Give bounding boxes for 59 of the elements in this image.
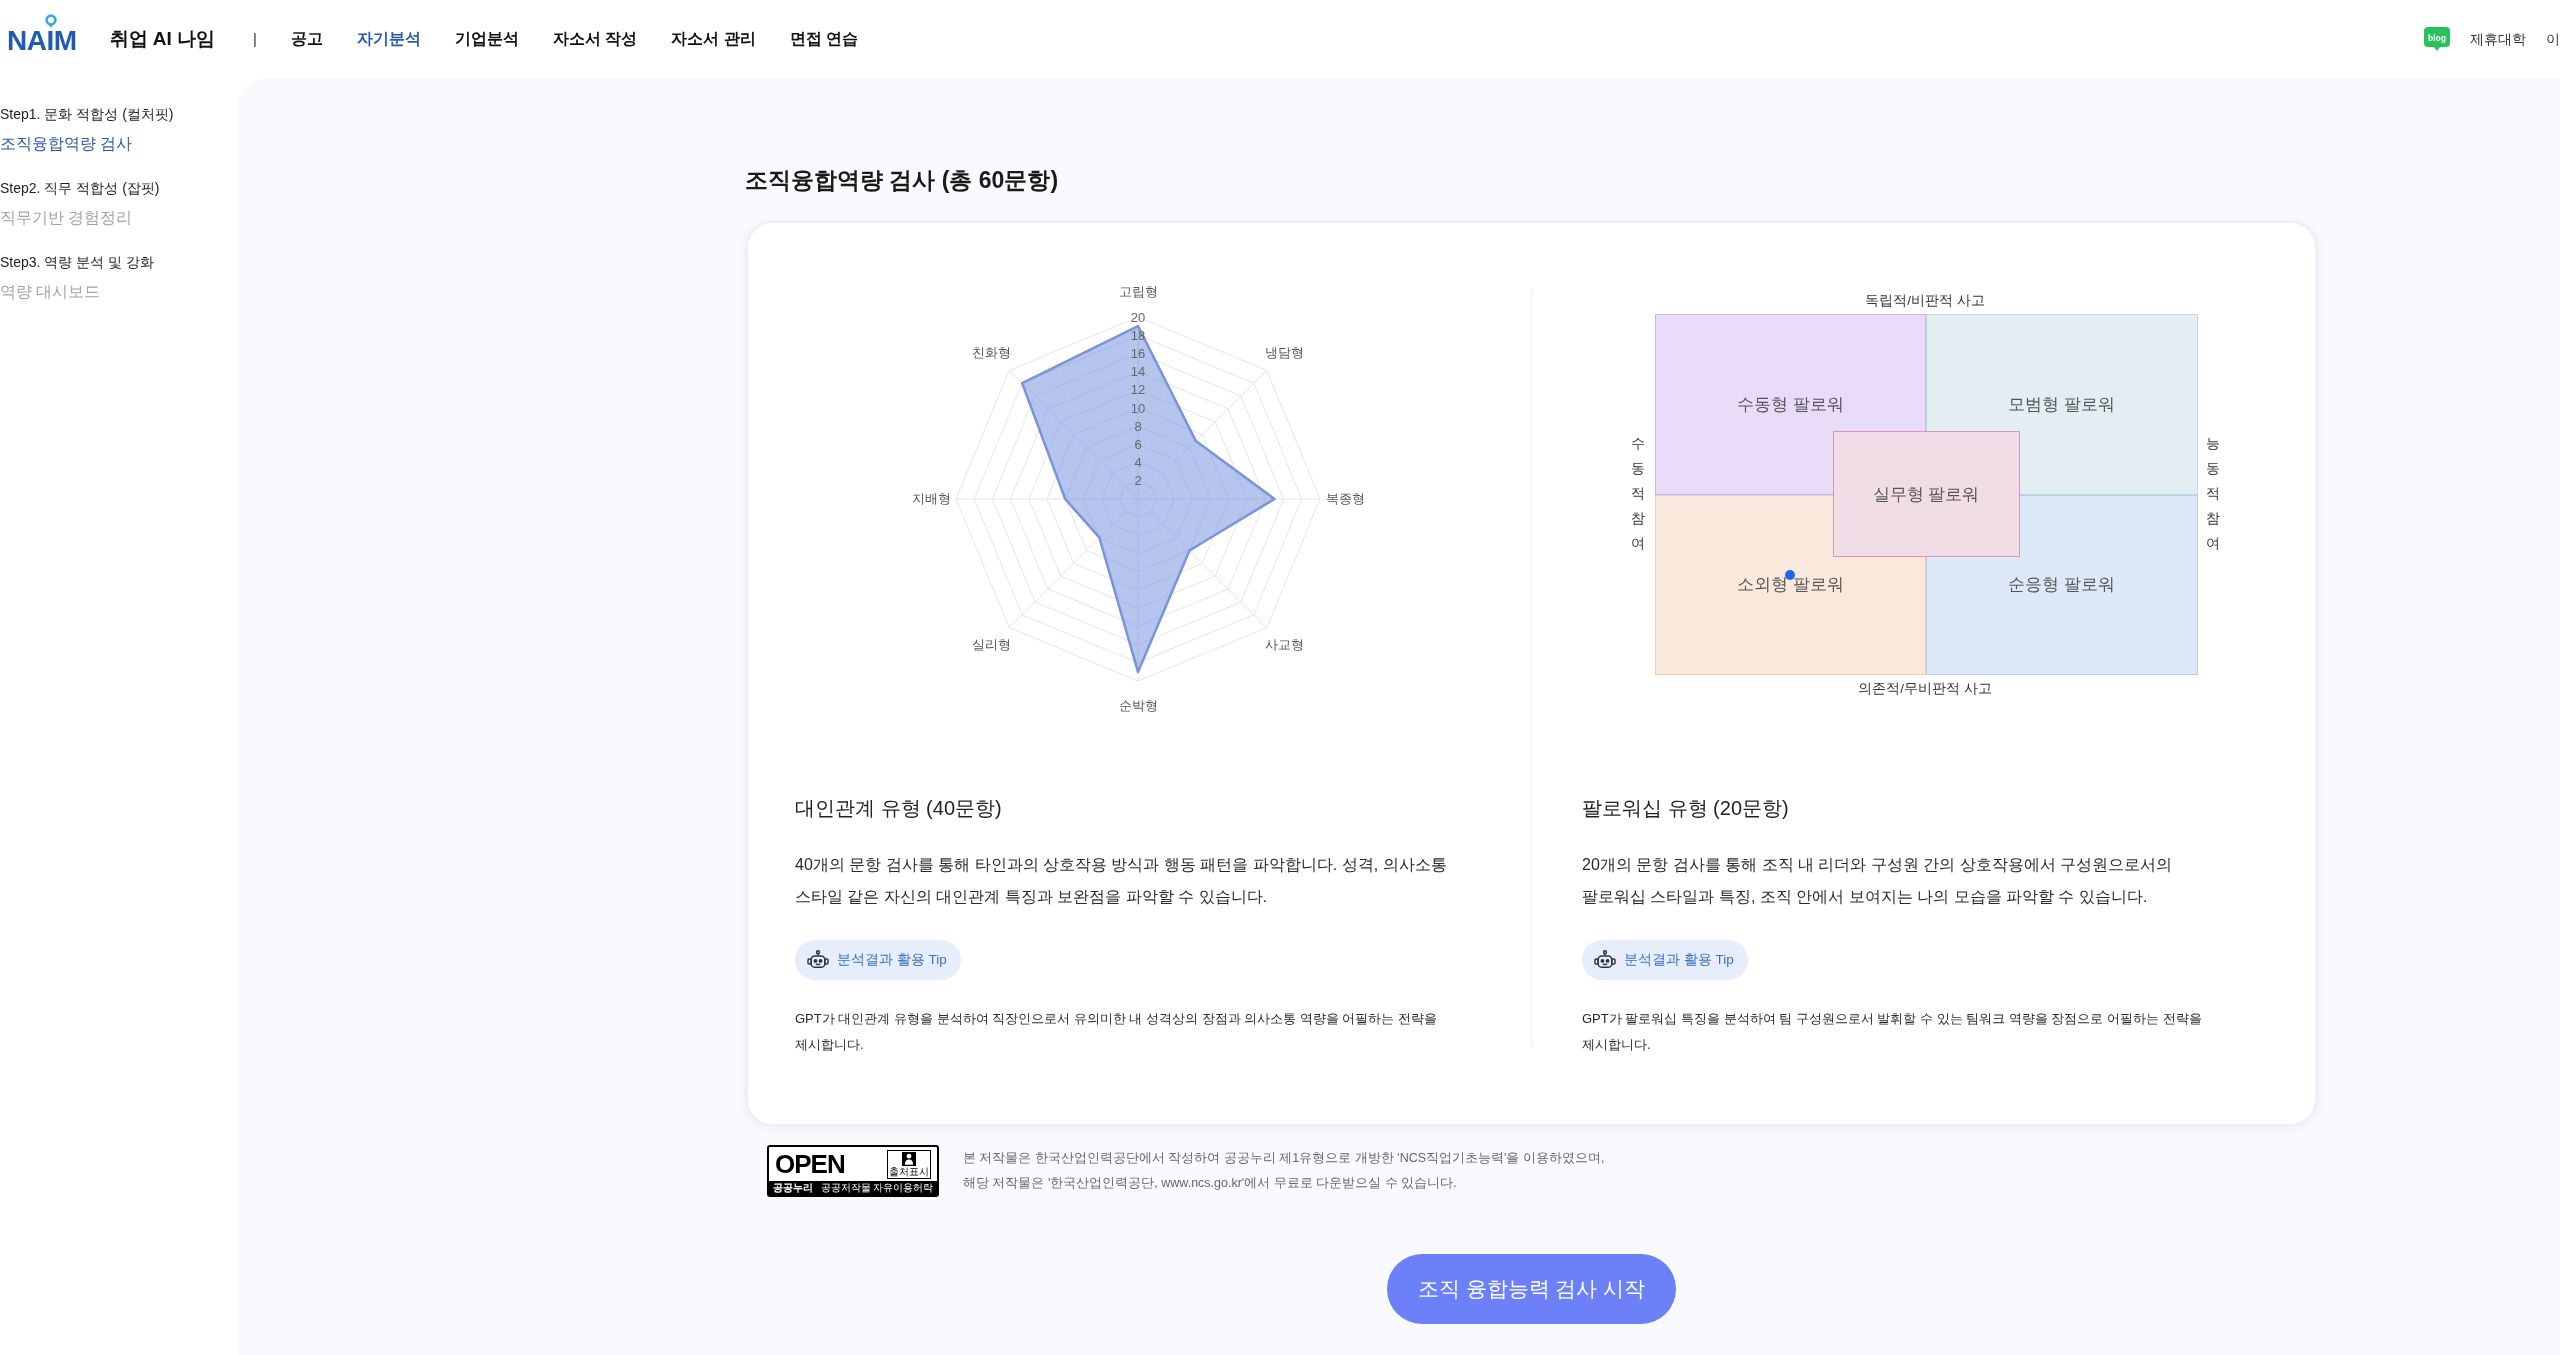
quadrant-label: 소외형 팔로워 — [1736, 574, 1844, 596]
condition-label: 출처표시 — [889, 1165, 929, 1178]
quadrant-label: 모범형 팔로워 — [2008, 393, 2116, 415]
nav-link[interactable]: 기업분석 — [455, 27, 519, 51]
logo-wordmark[interactable]: NAIM — [7, 30, 77, 52]
nav-link[interactable]: 면접 연습 — [789, 27, 858, 51]
robot-icon — [807, 950, 829, 970]
step-heading: Step3. 역량 분석 및 강화 — [0, 253, 156, 272]
sidebar-item[interactable]: 조직융합역량 검사 — [0, 132, 237, 156]
axis-label: 순박형 — [1118, 699, 1158, 713]
license-scheme: 공공저작물 자유이용허락 — [820, 1181, 934, 1195]
axis-label: 사교형 — [1264, 638, 1304, 653]
header-link[interactable]: 제휴대학 — [2470, 28, 2526, 50]
brand-name[interactable]: 취업 AI 나임 — [109, 24, 216, 54]
open-mark: OPEN — [775, 1150, 845, 1178]
page-title: 조직융합역량 검사 (총 60문항) — [745, 166, 1059, 195]
axis-label: 의존적/무비판적 사고 — [1858, 680, 1992, 698]
section-description: 40개의 문항 검사를 통해 타인과의 상호작용 방식과 행동 패턴을 파악합니다. 성격, 의사소통 스타일 같은 자신의 대인관계 특징과 보완점을 파악할 수 있습니다. — [795, 855, 1448, 907]
license-brand: 공공누리 — [772, 1181, 813, 1195]
axis-label: 복종형 — [1325, 492, 1365, 506]
tick-label: 10 — [1130, 400, 1146, 416]
nav-link[interactable]: 자소서 작성 — [553, 27, 638, 51]
quadrant-label: 순응형 팔로워 — [2008, 574, 2116, 596]
tip-description: GPT가 팔로워십 특징을 분석하여 팀 구성원으로서 발휘할 수 있는 팀워크 역량을 장점으로 어필하는 전략을 제시합니다. — [1582, 1010, 2203, 1054]
separator: | — [253, 28, 257, 49]
section-heading: 팔로워십 유형 (20문항) — [1582, 796, 1790, 821]
axis-label: 실리형 — [972, 638, 1012, 653]
header-link[interactable]: 이 — [2546, 28, 2560, 50]
tick-label: 20 — [1130, 309, 1146, 325]
nav-link[interactable]: 공고 — [291, 27, 323, 51]
axis-label: 독립적/비판적 사고 — [1865, 292, 1985, 310]
license-notice: 본 저작물은 한국산업인력공단에서 작성하여 공공누리 제1유형으로 개방한 'NCS직업기초능력'을 이용하였으며, 해당 저작물은 '한국산업인력공단, www.ncs.go.kr'에서 무료로 다운받으실 수 있습니다. — [963, 1150, 1605, 1192]
pin-icon — [44, 14, 58, 28]
tick-label: 2 — [1134, 473, 1142, 489]
robot-icon — [1594, 950, 1616, 970]
nav-link[interactable]: 자소서 관리 — [671, 27, 756, 51]
tick-label: 18 — [1130, 327, 1146, 343]
step-heading: Step2. 직무 적합성 (잡핏) — [0, 179, 161, 198]
tip-description: GPT가 대인관계 유형을 분석하여 직장인으로서 유의미한 내 성격상의 장점과 의사소통 역량을 어필하는 전략을 제시합니다. — [795, 1010, 1439, 1054]
section-heading: 대인관계 유형 (40문항) — [795, 796, 1003, 821]
axis-label: 지배형 — [911, 492, 951, 506]
nav-link[interactable]: 자기분석 — [357, 27, 421, 51]
tick-label: 4 — [1134, 455, 1142, 471]
tick-label: 6 — [1134, 436, 1142, 452]
tip-button[interactable]: 분석결과 활용 Tip — [795, 940, 961, 980]
section-description: 20개의 문항 검사를 통해 조직 내 리더와 구성원 간의 상호작용에서 구성원으로서의 팔로워십 스타일과 특징, 조직 안에서 보여지는 나의 모습을 파악할 수 있습니다. — [1582, 855, 2174, 907]
axis-label: 냉담형 — [1264, 345, 1304, 360]
quadrant-label: 수동형 팔로워 — [1736, 393, 1844, 415]
axis-label: 수동적 참여 — [1631, 435, 1645, 553]
axis-label: 고립형 — [1118, 285, 1158, 299]
quadrant-label: 실무형 팔로워 — [1872, 483, 1980, 505]
tick-label: 14 — [1130, 364, 1146, 380]
tick-label: 16 — [1130, 345, 1146, 361]
axis-label: 친화형 — [972, 345, 1012, 360]
tick-label: 12 — [1130, 382, 1146, 398]
step-heading: Step1. 문화 적합성 (컬처핏) — [0, 105, 175, 124]
tip-button[interactable]: 분석결과 활용 Tip — [1582, 940, 1748, 980]
tick-label: 8 — [1134, 418, 1142, 434]
axis-label: 능동적 참여 — [2205, 435, 2219, 553]
